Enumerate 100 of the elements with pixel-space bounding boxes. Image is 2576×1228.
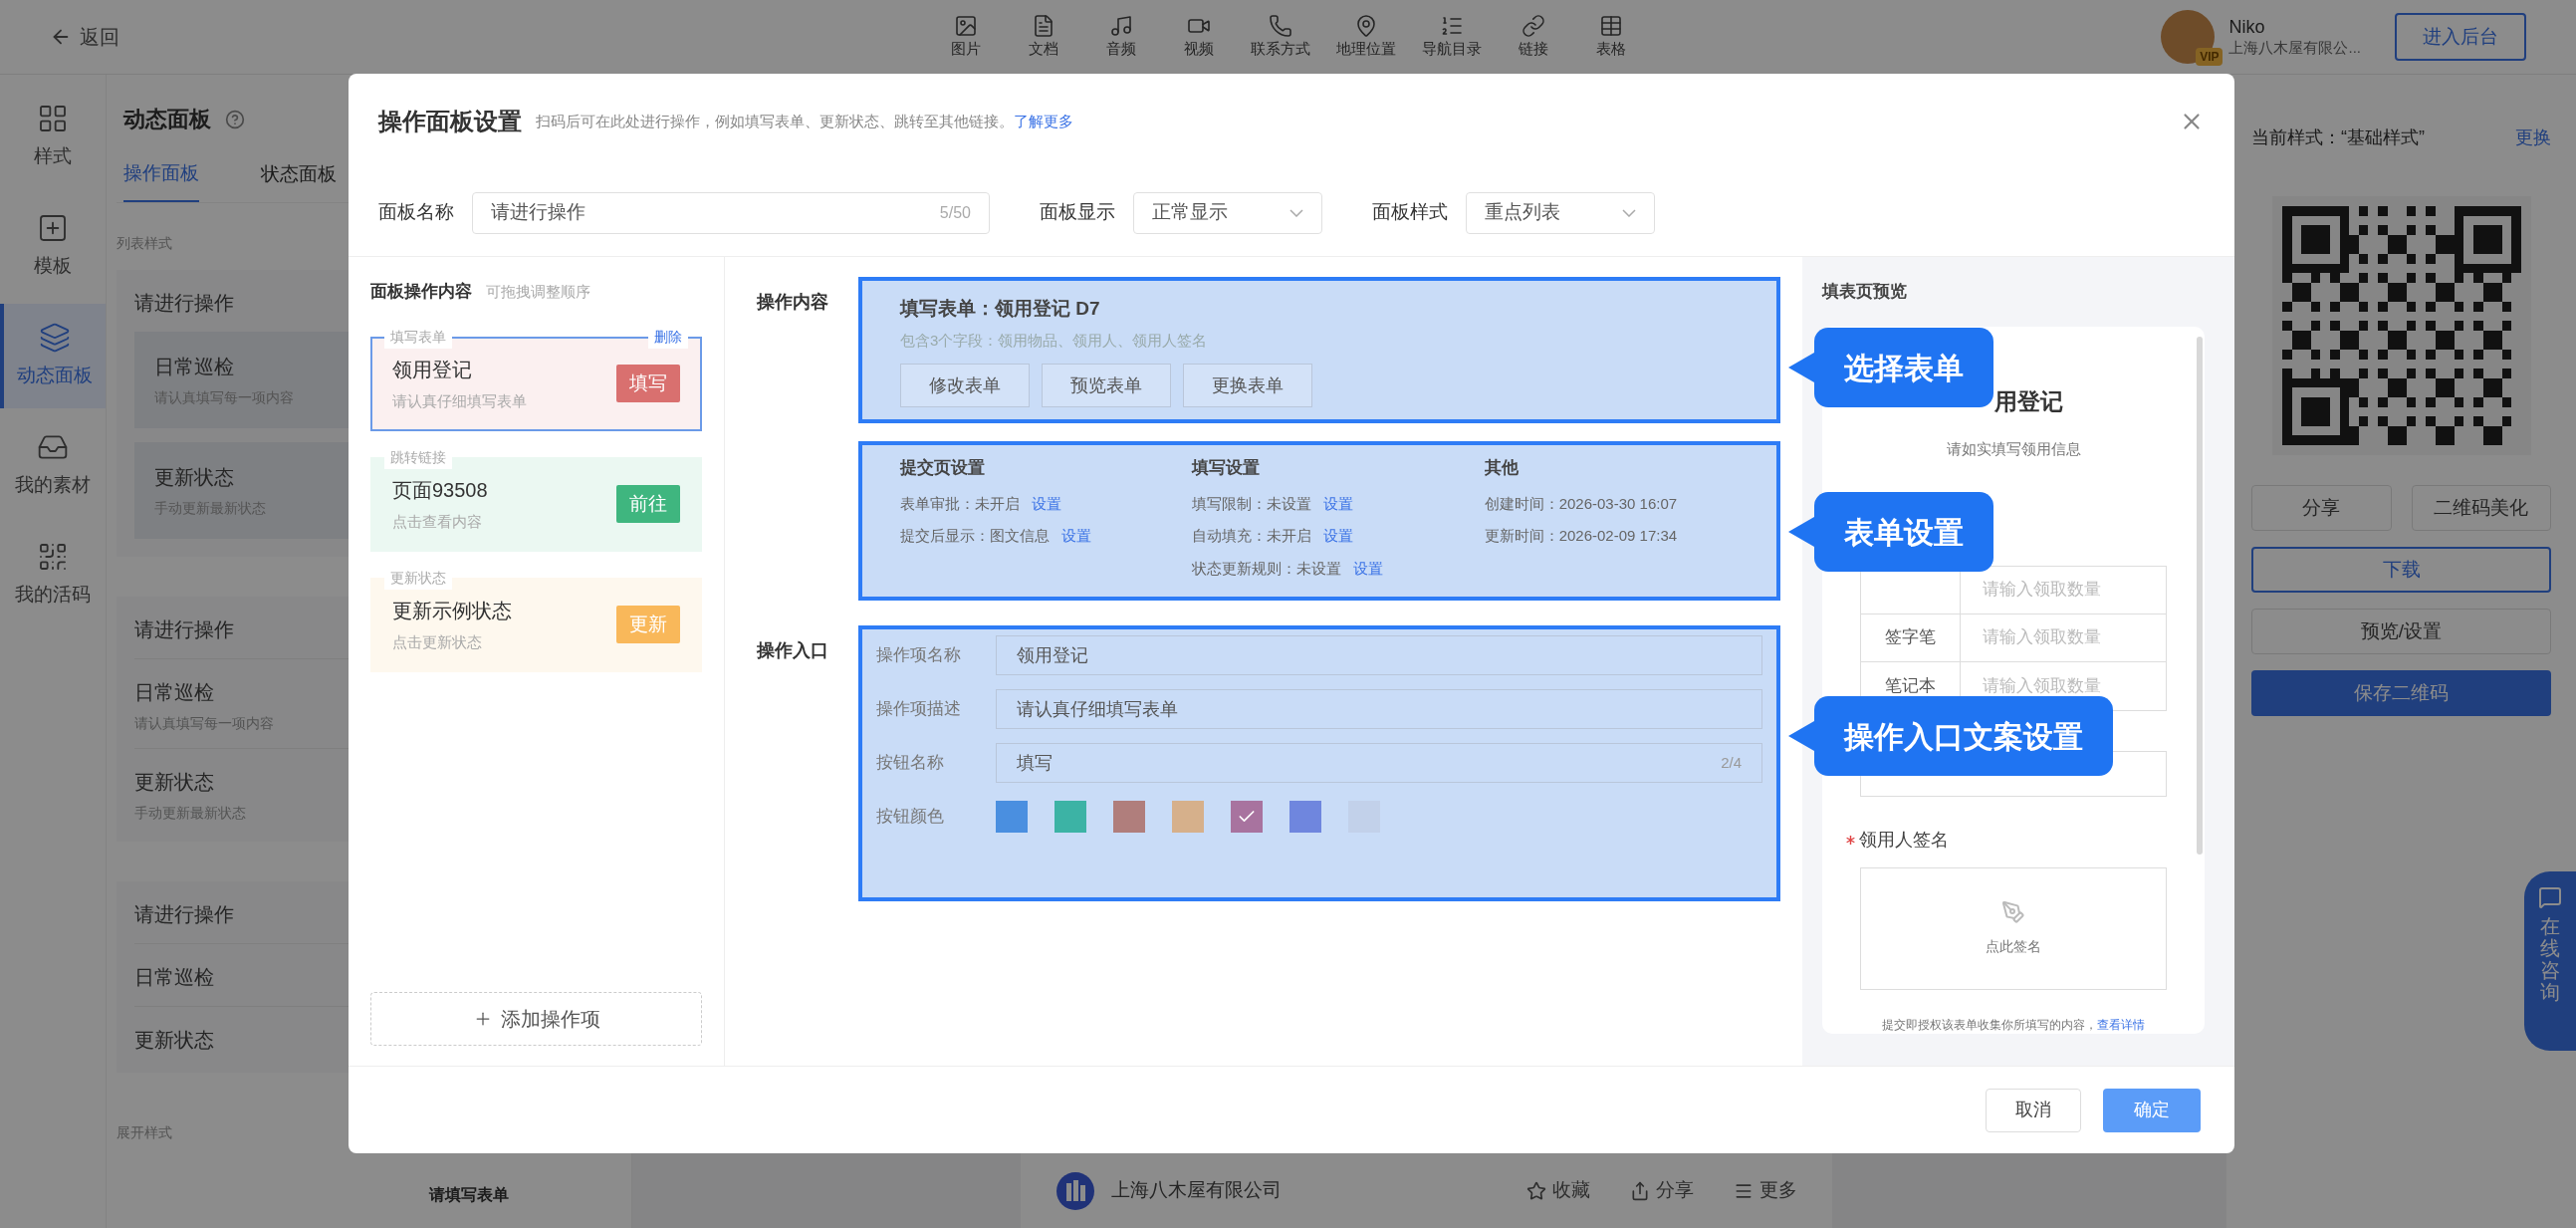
list-hint: 可拖拽调整顺序	[486, 281, 590, 302]
dialog-subtitle: 扫码后可在此处进行操作，例如填写表单、更新状态、跳转至其他链接。	[536, 111, 1014, 131]
form-title: 请填写表单	[427, 1184, 510, 1205]
footer-action[interactable]: 收藏	[1526, 1176, 1590, 1205]
field-label: 面板样式	[1372, 200, 1448, 225]
sidebar-item[interactable]: 模板	[0, 194, 106, 299]
card-action-button[interactable]: 前往	[616, 485, 680, 523]
select-field[interactable]: 正常显示	[1133, 191, 1322, 234]
signature-pad[interactable]: 点此签名	[1860, 866, 2167, 990]
color-swatch[interactable]	[1113, 801, 1145, 833]
section-label: 列表样式	[117, 233, 173, 253]
sidebar-item[interactable]: 我的活码	[0, 523, 106, 627]
setting-value: 提交后显示：图文信息	[900, 526, 1050, 546]
consult-button[interactable]: 在线咨询	[2524, 871, 2576, 1051]
action-icon	[1526, 1180, 1546, 1201]
settings-title: 其他	[1484, 457, 1520, 479]
tool-icon	[1521, 13, 1545, 38]
text-field[interactable]: 请认真仔细填写表单	[996, 689, 1762, 729]
learn-more-link[interactable]: 了解更多	[1014, 110, 1073, 133]
group-title: 请进行操作	[134, 290, 234, 316]
admin-button[interactable]: 进入后台	[2395, 12, 2526, 62]
toolbar-button[interactable]: 视频	[1172, 13, 1225, 61]
settings-title: 填写设置	[1192, 457, 1262, 479]
action-title: 更新状态	[134, 769, 214, 795]
change-link[interactable]: 更换	[2515, 124, 2551, 151]
setting-link[interactable]: 设置	[1353, 557, 1384, 580]
callout: 选择表单	[1814, 328, 1993, 407]
toolbar-button[interactable]: 音频	[1094, 13, 1147, 61]
setting-link[interactable]: 设置	[1061, 525, 1091, 548]
confirm-button[interactable]: 确定	[2103, 1088, 2201, 1132]
company-name: 上海八木屋有限公司	[1111, 1178, 1282, 1203]
color-swatch[interactable]	[1054, 801, 1086, 833]
side-button[interactable]: 保存二维码	[2251, 670, 2551, 716]
section-label: 操作内容	[757, 291, 829, 314]
toolbar-button[interactable]: 联系方式	[1250, 13, 1310, 61]
toolbar-button[interactable]: 导航目录	[1421, 13, 1482, 61]
setting-link[interactable]: 设置	[1323, 525, 1354, 548]
toolbar-button[interactable]: 地理位置	[1335, 13, 1396, 61]
setting-link[interactable]: 设置	[1032, 492, 1061, 515]
consult-label: 在线咨询	[2540, 915, 2560, 1003]
text-field[interactable]: 填写 2/4	[996, 743, 1762, 783]
chat-icon	[2538, 885, 2562, 909]
setting-value: 填写限制：未设置	[1192, 493, 1312, 514]
card-action-button[interactable]: 填写	[616, 365, 680, 402]
help-icon	[225, 109, 245, 129]
side-button[interactable]: 分享	[2251, 485, 2392, 531]
toolbar-button[interactable]: 链接	[1507, 13, 1559, 61]
add-action-button[interactable]: 添加操作项	[370, 992, 702, 1046]
list-title: 面板操作内容	[370, 281, 472, 303]
back-button[interactable]: 返回	[50, 22, 119, 52]
field-label: 操作项名称	[876, 644, 962, 667]
form-button[interactable]: 更换表单	[1183, 364, 1312, 407]
action-title: 日常巡检	[134, 964, 214, 990]
details-link[interactable]: 查看详情	[2097, 1017, 2145, 1032]
action-icon	[1630, 1180, 1650, 1201]
field-label: 按钮颜色	[876, 806, 945, 829]
card-desc: 请认真仔细填写表单	[392, 390, 527, 411]
callout: 表单设置	[1814, 492, 1993, 572]
tool-icon	[953, 13, 978, 38]
setting-value: 自动填充：未开启	[1192, 526, 1312, 546]
sidebar-icon	[39, 322, 71, 355]
color-swatch[interactable]	[1231, 801, 1263, 833]
form-button[interactable]: 预览表单	[1042, 364, 1171, 407]
action-title: 更新状态	[134, 1027, 214, 1053]
setting-value: 更新时间：2026-02-09 17:34	[1484, 526, 1678, 546]
company-logo	[1055, 1170, 1095, 1211]
toolbar-button[interactable]: 表格	[1584, 13, 1637, 61]
callout-pointer	[1788, 517, 1814, 547]
preview-form-title: 用登记	[1992, 386, 2064, 416]
company-name: 上海八木屋有限公...	[2228, 38, 2361, 58]
panel-title: 动态面板	[123, 106, 211, 133]
form-button[interactable]: 修改表单	[900, 364, 1030, 407]
setting-value: 创建时间：2026-03-30 16:07	[1484, 493, 1678, 514]
color-swatch[interactable]	[1172, 801, 1204, 833]
toolbar-button[interactable]: 文档	[1017, 13, 1069, 61]
footer-action[interactable]: 更多	[1734, 1176, 1797, 1205]
panel-tab[interactable]: 操作面板	[123, 159, 199, 202]
setting-link[interactable]: 设置	[1323, 492, 1354, 515]
cancel-button[interactable]: 取消	[1986, 1088, 2081, 1132]
panel-tab[interactable]: 状态面板	[261, 159, 337, 202]
toolbar-button[interactable]: 图片	[939, 13, 992, 61]
action-title: 更新状态	[154, 464, 234, 490]
footer-action[interactable]: 分享	[1630, 1176, 1694, 1205]
card-title: 更新示例状态	[392, 598, 512, 623]
color-swatch[interactable]	[996, 801, 1028, 833]
tool-icon	[1268, 13, 1292, 38]
panel-name-field[interactable]: 请进行操作 5/50	[472, 191, 990, 234]
preview-title: 填表页预览	[1822, 281, 1908, 303]
side-button[interactable]: 预览/设置	[2251, 609, 2551, 654]
color-swatch[interactable]	[1289, 801, 1321, 833]
section-label: 操作入口	[757, 639, 829, 662]
chevron-icon	[1289, 208, 1303, 217]
sidebar-item[interactable]: 我的素材	[0, 413, 106, 518]
sidebar-item[interactable]: 动态面板	[0, 304, 106, 408]
sidebar-item[interactable]: 样式	[0, 85, 106, 189]
text-field[interactable]: 领用登记	[996, 635, 1762, 675]
side-button[interactable]: 二维码美化	[2411, 485, 2551, 531]
select-field[interactable]: 重点列表	[1466, 191, 1655, 234]
side-button[interactable]: 下载	[2251, 547, 2551, 593]
card-desc: 点击查看内容	[392, 511, 483, 532]
